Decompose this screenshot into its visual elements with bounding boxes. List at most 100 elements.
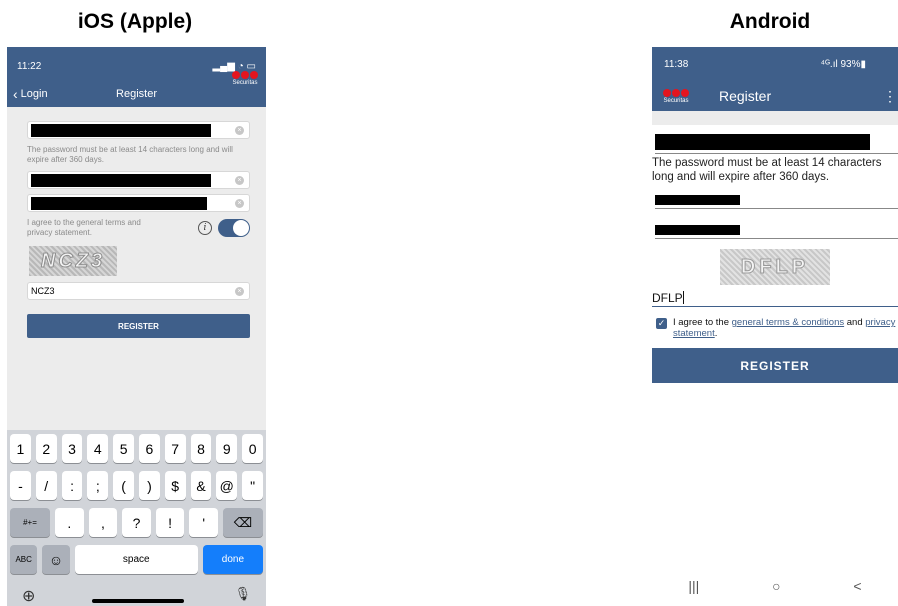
android-password-field[interactable] <box>655 184 898 209</box>
keyboard-row-punctuation: #+= . , ? ! ' ⌫ <box>9 508 264 537</box>
key-exclamation[interactable]: ! <box>155 508 185 537</box>
android-password-hint: The password must be at least 14 charact… <box>652 157 882 183</box>
ios-password-field[interactable]: × <box>27 171 250 189</box>
redacted-value <box>655 134 870 150</box>
key-comma[interactable]: , <box>88 508 118 537</box>
android-username-field[interactable] <box>655 132 898 154</box>
redacted-value <box>31 196 207 210</box>
ios-username-field[interactable]: × <box>27 121 250 139</box>
android-captcha-image: DFLP <box>720 249 830 285</box>
number-key[interactable]: 0 <box>242 434 263 463</box>
android-register-form: The password must be at least 14 charact… <box>652 125 898 566</box>
logo-text: Securitas <box>232 80 258 86</box>
recent-apps-icon[interactable]: ||| <box>688 578 699 594</box>
ios-captcha-input[interactable]: NCZ3 × <box>27 282 250 300</box>
key-more-symbols[interactable]: #+= <box>9 508 51 537</box>
android-nav-bar: ||| ○ < <box>652 566 898 606</box>
ios-password-hint: The password must be at least 14 charact… <box>27 145 233 164</box>
text-cursor <box>682 291 684 304</box>
number-key[interactable]: 2 <box>35 434 57 463</box>
android-confirm-password-field[interactable] <box>655 209 898 239</box>
symbol-key[interactable]: / <box>35 471 57 500</box>
backspace-icon[interactable]: ⌫ <box>222 508 264 537</box>
ios-confirm-password-field[interactable]: × <box>27 194 250 212</box>
redacted-value <box>655 225 740 235</box>
key-period[interactable]: . <box>55 508 84 537</box>
ios-register-form: × The password must be at least 14 chara… <box>7 107 266 338</box>
android-heading: Android <box>729 10 811 33</box>
redacted-value <box>31 173 211 187</box>
symbol-key[interactable]: : <box>61 471 83 500</box>
ios-back-button[interactable]: ‹ Login <box>7 87 48 101</box>
android-captcha-input[interactable]: DFLP <box>652 285 898 307</box>
android-register-button[interactable]: REGISTER <box>652 348 898 383</box>
number-key[interactable]: 6 <box>139 434 160 463</box>
symbol-key[interactable]: $ <box>164 471 186 500</box>
symbol-key[interactable]: @ <box>216 471 238 500</box>
emoji-icon[interactable]: ☺ <box>42 545 70 574</box>
android-captcha-value: DFLP <box>652 291 683 305</box>
redacted-value <box>655 195 740 205</box>
clear-icon[interactable]: × <box>235 199 244 208</box>
ios-heading: iOS (Apple) <box>77 10 193 33</box>
logo-text: Securitas <box>663 97 689 104</box>
symbol-key[interactable]: ) <box>139 471 160 500</box>
info-icon[interactable]: i <box>198 221 212 235</box>
ios-keyboard: 1234567890 - /:;() $ & @ " #+= . , ? ! ' ⌫ AB… <box>7 430 266 606</box>
symbol-key[interactable]: ( <box>113 471 134 500</box>
number-key[interactable]: 8 <box>190 434 212 463</box>
symbol-key[interactable]: ; <box>87 471 109 500</box>
clear-icon[interactable]: × <box>235 176 244 185</box>
globe-icon[interactable]: ⊕ <box>22 586 35 606</box>
more-menu-icon[interactable]: ⋮ <box>883 88 897 105</box>
android-page-title: Register <box>719 88 772 104</box>
number-key[interactable]: 1 <box>10 434 31 463</box>
key-apostrophe[interactable]: ' <box>189 508 218 537</box>
ios-captcha-image: NCZ3 <box>29 246 117 276</box>
android-agree-row: ✓ I agree to the general terms & conditi… <box>656 317 898 339</box>
clear-icon[interactable]: × <box>235 287 244 296</box>
redacted-value <box>31 123 211 137</box>
number-key[interactable]: 5 <box>113 434 134 463</box>
number-key[interactable]: 4 <box>87 434 109 463</box>
number-key[interactable]: 9 <box>216 434 238 463</box>
ios-register-button[interactable]: REGISTER <box>27 314 250 338</box>
android-app-bar: Securitas Register ⋮ <box>652 81 898 111</box>
symbol-key[interactable]: & <box>190 471 212 500</box>
key-space[interactable]: space <box>74 545 198 574</box>
chevron-left-icon: ‹ <box>13 86 18 102</box>
android-agree-text: I agree to the general terms & condition… <box>673 317 896 339</box>
android-status-icons: ⁴ᴳ.ıl 93%▮ <box>820 58 866 70</box>
agree-toggle[interactable] <box>218 219 250 237</box>
microphone-icon[interactable]: 🎙 <box>234 586 251 606</box>
ios-back-label: Login <box>20 88 48 100</box>
ios-agree-row: I agree to the general terms and privacy… <box>27 218 250 238</box>
keyboard-row-numbers: 1234567890 <box>10 434 263 463</box>
terms-link[interactable]: general terms & conditions <box>732 317 844 328</box>
android-screen: 11:38 ⁴ᴳ.ıl 93%▮ Securitas Register ⋮ Th… <box>652 47 898 606</box>
number-key[interactable]: 7 <box>164 434 186 463</box>
ios-nav-bar: ‹ Login Register Securitas <box>7 71 266 107</box>
android-status-time: 11:38 <box>664 58 689 70</box>
key-question[interactable]: ? <box>122 508 151 537</box>
ios-agree-text: I agree to the general terms and privacy… <box>27 218 141 237</box>
number-key[interactable]: 3 <box>61 434 83 463</box>
android-status-bar: 11:38 ⁴ᴳ.ıl 93%▮ <box>652 47 898 81</box>
securitas-logo: Securitas <box>232 71 258 86</box>
back-icon[interactable]: < <box>853 578 861 594</box>
ios-status-time: 11:22 <box>17 61 42 72</box>
securitas-logo: Securitas <box>658 88 694 104</box>
home-icon[interactable]: ○ <box>772 578 780 594</box>
home-indicator <box>92 599 184 603</box>
comparison-page: iOS (Apple) Android 11:22 ▂▄▆ ◔ ▭ ‹ Logi… <box>0 0 898 606</box>
symbol-key[interactable]: - <box>10 471 31 500</box>
ios-screen: 11:22 ▂▄▆ ◔ ▭ ‹ Login Register Securitas… <box>7 47 266 606</box>
key-abc[interactable]: ABC <box>10 545 38 574</box>
agree-checkbox[interactable]: ✓ <box>656 318 667 329</box>
clear-icon[interactable]: × <box>235 126 244 135</box>
keyboard-row-bottom: ABC ☺ space done <box>10 545 264 574</box>
ios-status-bar: 11:22 ▂▄▆ ◔ ▭ <box>7 47 266 81</box>
key-done[interactable]: done <box>202 545 264 574</box>
ios-captcha-value: NCZ3 <box>31 286 55 296</box>
symbol-key[interactable]: " <box>242 471 263 500</box>
